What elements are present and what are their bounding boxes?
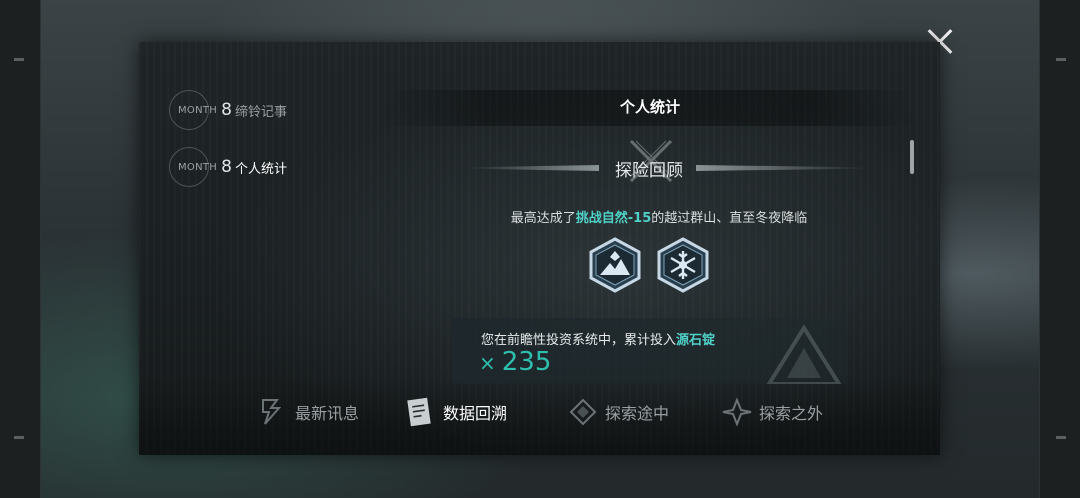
frame-dash <box>14 58 24 61</box>
tab-news[interactable]: 最新讯息 <box>257 394 359 430</box>
tab-label: 探索途中 <box>605 404 670 423</box>
tab-exploring[interactable]: 探索途中 <box>567 394 669 430</box>
right-frame <box>1039 0 1080 498</box>
mountain-medal-icon[interactable] <box>588 237 642 293</box>
tab-label: 数据回溯 <box>443 404 508 423</box>
data-review-icon <box>407 397 431 427</box>
section-title: 探险回顾 <box>615 161 683 181</box>
investment-amount: × 235 <box>479 347 551 377</box>
frame-dash <box>14 436 24 439</box>
ingot-count: 235 <box>501 347 552 377</box>
difficulty-highlight: 挑战自然-15 <box>575 211 652 226</box>
month-badge-number: 8 <box>221 100 232 120</box>
tab-label: 探索之外 <box>759 404 824 423</box>
nav-item-chronicle[interactable]: MONTH 8 缔铃记事 <box>169 90 287 130</box>
content-title: 个人统计 <box>619 98 680 116</box>
stats-panel: MONTH 8 缔铃记事 MONTH 8 个人统计 个人统计 探险回顾 最高达成… <box>139 42 940 455</box>
month-badge: MONTH 8 <box>169 90 232 130</box>
month-badge-number: 8 <box>221 157 232 177</box>
news-icon <box>262 399 282 425</box>
month-badge: MONTH 8 <box>169 147 232 187</box>
ingot-highlight: 源石锭 <box>676 333 716 348</box>
tab-label: 最新讯息 <box>295 404 360 423</box>
snowflake-medal-icon[interactable] <box>656 237 710 293</box>
investment-prefix: 您在前瞻性投资系统中，累计投入 <box>481 333 677 348</box>
nav-item-personal-stats[interactable]: MONTH 8 个人统计 <box>139 147 370 187</box>
beyond-icon <box>722 397 752 427</box>
explore-icon <box>569 398 597 426</box>
month-badge-text: MONTH <box>178 104 218 116</box>
month-badge-text: MONTH <box>178 161 218 173</box>
summary-text: 最高达成了挑战自然-15的越过群山、直至冬夜降临 <box>449 207 869 226</box>
summary-suffix: 的越过群山、直至冬夜降临 <box>651 211 808 226</box>
summary-prefix: 最高达成了 <box>510 211 576 226</box>
frame-dash <box>1056 58 1066 61</box>
frame-dash <box>1056 436 1066 439</box>
tab-data-review[interactable]: 数据回溯 <box>405 394 507 430</box>
left-frame <box>0 0 41 498</box>
nav-item-label: 个人统计 <box>235 161 288 177</box>
scrollbar-thumb[interactable] <box>910 140 914 174</box>
investment-text: 您在前瞻性投资系统中，累计投入源石锭 <box>481 329 715 348</box>
nav-item-label: 缔铃记事 <box>235 104 288 120</box>
multiply-symbol: × <box>479 351 496 375</box>
invest-watermark-icon <box>766 324 842 384</box>
tab-beyond[interactable]: 探索之外 <box>721 394 823 430</box>
